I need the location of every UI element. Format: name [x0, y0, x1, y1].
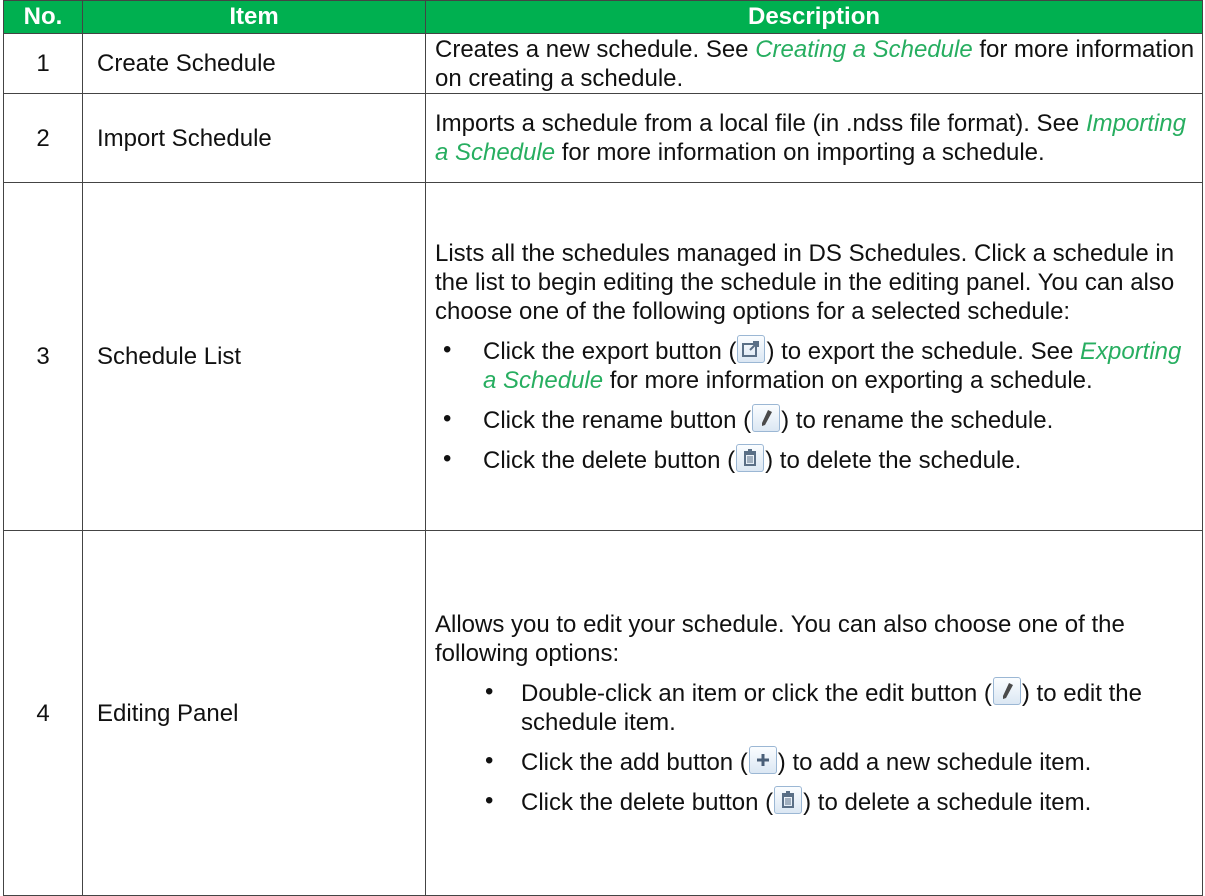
table-row: 4 Editing Panel Allows you to edit your …	[3, 530, 1203, 896]
row-description: Lists all the schedules managed in DS Sc…	[425, 182, 1203, 531]
edit-icon[interactable]	[992, 676, 1021, 705]
row-item: Schedule List	[82, 182, 426, 531]
table-header-row: No. Item Description	[3, 0, 1203, 34]
header-no: No.	[3, 0, 83, 34]
row-number: 1	[3, 33, 83, 94]
description-table: No. Item Description 1 Create Schedule C…	[3, 0, 1203, 896]
row-item: Import Schedule	[82, 93, 426, 183]
header-description: Description	[425, 0, 1203, 34]
list-item: Double-click an item or click the edit b…	[435, 676, 1196, 737]
header-item: Item	[82, 0, 426, 34]
list-item: Click the export button () to export the…	[435, 334, 1196, 395]
delete-icon[interactable]	[736, 443, 765, 472]
list-item: Click the delete button () to delete the…	[435, 443, 1196, 475]
row-description: Creates a new schedule. See Creating a S…	[425, 33, 1203, 94]
option-list: Click the export button () to export the…	[435, 334, 1196, 475]
row-intro: Allows you to edit your schedule. You ca…	[435, 610, 1125, 667]
row-item: Create Schedule	[82, 33, 426, 94]
add-icon[interactable]	[748, 745, 777, 774]
list-item: Click the add button () to add a new sch…	[435, 745, 1196, 777]
option-list: Double-click an item or click the edit b…	[435, 676, 1196, 817]
row-description: Imports a schedule from a local file (in…	[425, 93, 1203, 183]
list-item: Click the delete button () to delete a s…	[435, 785, 1196, 817]
export-icon[interactable]	[737, 334, 766, 363]
row-number: 3	[3, 182, 83, 531]
delete-icon[interactable]	[774, 785, 803, 814]
row-intro: Lists all the schedules managed in DS Sc…	[435, 239, 1175, 325]
row-number: 4	[3, 530, 83, 896]
table-row: 1 Create Schedule Creates a new schedule…	[3, 33, 1203, 94]
row-item: Editing Panel	[82, 530, 426, 896]
row-description: Allows you to edit your schedule. You ca…	[425, 530, 1203, 896]
creating-schedule-link[interactable]: Creating a Schedule	[755, 36, 972, 63]
table-row: 2 Import Schedule Imports a schedule fro…	[3, 93, 1203, 183]
row-number: 2	[3, 93, 83, 183]
list-item: Click the rename button () to rename the…	[435, 403, 1196, 435]
rename-icon[interactable]	[752, 403, 781, 432]
table-row: 3 Schedule List Lists all the schedules …	[3, 182, 1203, 531]
